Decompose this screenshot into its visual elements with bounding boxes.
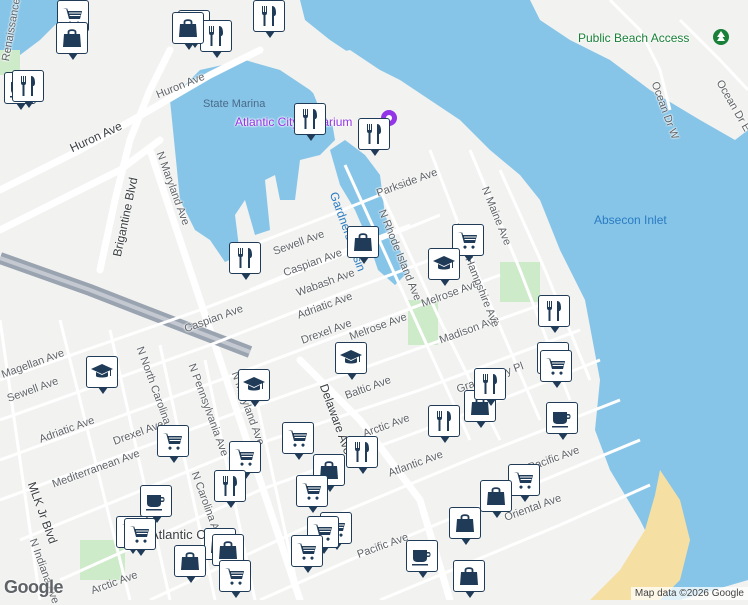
google-logo: Google [4,577,64,597]
restaurant-icon [362,122,386,146]
poi-marker-restaurant[interactable] [200,20,232,58]
park-icon [713,29,729,45]
school-icon [90,360,114,384]
poi-marker-shopping-bag[interactable] [347,226,379,264]
poi-marker-shopping-cart[interactable] [296,475,328,513]
poi-marker-shopping-bag[interactable] [453,560,485,598]
poi-marker-shopping-cart[interactable] [157,425,189,463]
poi-marker-shopping-bag[interactable] [174,545,206,583]
shopping-bag-icon [178,549,202,573]
school-icon [242,373,266,397]
poi-marker-shopping-bag[interactable] [480,480,512,518]
shopping-cart-icon [161,429,185,453]
school-icon [432,252,456,276]
restaurant-icon [478,372,502,396]
map-canvas[interactable] [0,0,748,600]
shopping-cart-icon [300,479,324,503]
poi-marker-restaurant[interactable] [474,368,506,406]
shopping-cart-icon [512,468,536,492]
poi-marker-shopping-bag[interactable] [56,22,88,60]
poi-marker-restaurant[interactable] [294,103,326,141]
poi-marker-restaurant[interactable] [346,436,378,474]
shopping-cart-icon [544,354,568,378]
poi-marker-restaurant[interactable] [358,118,390,156]
shopping-cart-icon [233,445,257,469]
poi-marker-shopping-cart[interactable] [282,422,314,460]
poi-marker-restaurant[interactable] [253,0,285,38]
shopping-bag-icon [60,26,84,50]
poi-marker-restaurant[interactable] [428,405,460,443]
poi-marker-school[interactable] [428,248,460,286]
public-beach-access-label[interactable]: Public Beach Access [578,31,689,45]
coffee-icon [410,544,434,568]
poi-marker-shopping-cart[interactable] [540,350,572,388]
poi-marker-coffee[interactable] [546,402,578,440]
shopping-bag-icon [453,511,477,535]
restaurant-icon [542,299,566,323]
shopping-bag-icon [484,484,508,508]
restaurant-icon [257,4,281,28]
poi-marker-restaurant[interactable] [229,242,261,280]
shopping-cart-icon [456,228,480,252]
restaurant-icon [233,246,257,270]
coffee-icon [550,406,574,430]
poi-marker-coffee[interactable] [140,485,172,523]
map-attribution: Map data ©2026 Google [630,587,748,600]
poi-marker-shopping-bag[interactable] [449,507,481,545]
shopping-bag-icon [457,564,481,588]
shopping-cart-icon [128,522,152,546]
poi-marker-school[interactable] [86,356,118,394]
shopping-bag-icon [351,230,375,254]
restaurant-icon [16,74,40,98]
poi-marker-school[interactable] [238,369,270,407]
state-marina-label: State Marina [203,98,266,110]
shopping-cart-icon [223,564,247,588]
absecon-inlet-label: Absecon Inlet [594,213,667,227]
school-icon [339,346,363,370]
shopping-bag-icon [176,16,200,40]
poi-marker-shopping-bag[interactable] [172,12,204,50]
poi-marker-shopping-cart[interactable] [124,518,156,556]
coffee-icon [144,489,168,513]
poi-marker-coffee[interactable] [406,540,438,578]
restaurant-icon [350,440,374,464]
poi-marker-restaurant[interactable] [214,470,246,508]
poi-marker-school[interactable] [335,342,367,380]
poi-marker-restaurant[interactable] [538,295,570,333]
poi-marker-restaurant[interactable] [12,70,44,108]
poi-marker-shopping-cart[interactable] [508,464,540,502]
restaurant-icon [204,24,228,48]
shopping-bag-icon [216,538,240,562]
poi-marker-shopping-cart[interactable] [229,441,261,479]
poi-marker-shopping-cart[interactable] [219,560,251,598]
poi-marker-shopping-cart[interactable] [291,535,323,573]
restaurant-icon [298,107,322,131]
shopping-cart-icon [286,426,310,450]
restaurant-icon [432,409,456,433]
shopping-cart-icon [295,539,319,563]
restaurant-icon [218,474,242,498]
